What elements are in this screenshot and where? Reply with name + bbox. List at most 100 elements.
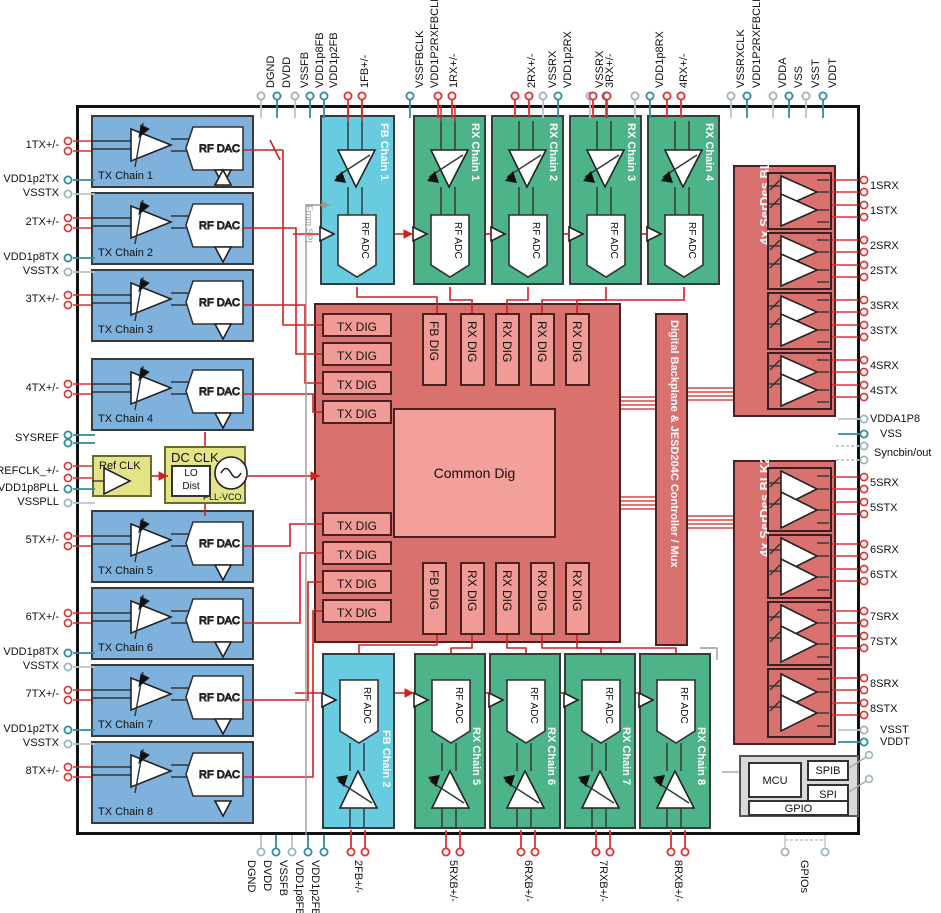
- top-pin-label: 4RX+/-: [678, 53, 690, 88]
- top-pin-label: VSS: [793, 65, 805, 88]
- rx-chain-7[interactable]: RX Chain 7: [564, 653, 636, 829]
- right-pin-label: 2SRX: [870, 240, 899, 252]
- top-pin-label: VDD1p2FB: [328, 32, 340, 88]
- rx-chain-3[interactable]: RX Chain 3: [569, 115, 642, 285]
- rx-chain-6[interactable]: RX Chain 6: [489, 653, 561, 829]
- tx-chain-2[interactable]: TX Chain 2: [91, 192, 254, 265]
- serdes2-lane-1[interactable]: [767, 467, 832, 532]
- serdes2-lane-2[interactable]: [767, 534, 832, 599]
- fb-chain-1[interactable]: FB Chain 1: [320, 115, 395, 285]
- left-pin-label: VDD1p8TX: [3, 251, 59, 263]
- rx-dig-7[interactable]: RX DIG: [530, 562, 555, 635]
- fb-dig-1[interactable]: FB DIG: [422, 313, 447, 386]
- tx-dig-6[interactable]: TX DIG: [322, 541, 392, 565]
- bottom-pin-label: VDD1p2FB: [309, 860, 321, 913]
- serdes2-lane-3[interactable]: [767, 601, 832, 666]
- top-pin-label: 1RX+/-: [448, 53, 460, 88]
- tx-chain-6[interactable]: TX Chain 6: [91, 587, 254, 660]
- tx-chain-1[interactable]: TX Chain 1: [91, 115, 254, 188]
- right-pin-label: 4STX: [870, 385, 898, 397]
- right-pin-label: 3SRX: [870, 300, 899, 312]
- right-pin-label: 8SRX: [870, 678, 899, 690]
- tx-dig-1[interactable]: TX DIG: [322, 313, 392, 337]
- spib-label: SPIB: [815, 765, 841, 777]
- left-pin-label: 6TX+/-: [25, 611, 59, 623]
- right-pin-label: 1SRX: [870, 180, 899, 192]
- tx-chain-5[interactable]: TX Chain 5: [91, 510, 254, 583]
- bottom-pin-label: GPIOs: [798, 860, 810, 894]
- rx-chain-label: RX Chain 4: [703, 123, 715, 182]
- rx-chain-5[interactable]: RX Chain 5: [414, 653, 486, 829]
- top-pin-label: DGND: [265, 55, 277, 88]
- digital-backplane-block[interactable]: Digital Backplane & JESD204C Controller …: [655, 313, 688, 646]
- rx-chain-2[interactable]: RX Chain 2: [491, 115, 564, 285]
- right-pin-label: 8STX: [870, 703, 898, 715]
- bottom-pin-label: DGND: [245, 860, 257, 893]
- fb-chain-2[interactable]: FB Chain 2: [322, 653, 395, 829]
- rx-chain-label: RX Chain 8: [695, 727, 707, 786]
- right-pin-label: 5STX: [870, 502, 898, 514]
- rx-dig-1[interactable]: RX DIG: [460, 313, 485, 386]
- gpio-block[interactable]: GPIO: [748, 800, 849, 816]
- serdes1-lane-1[interactable]: [767, 172, 832, 230]
- rx-chain-label: RX Chain 1: [469, 123, 481, 182]
- tx-dig-8[interactable]: TX DIG: [322, 599, 392, 623]
- right-pin-label: 7STX: [870, 636, 898, 648]
- rx-dig-4[interactable]: RX DIG: [565, 313, 590, 386]
- bottom-pin-label: VSSFB: [277, 860, 289, 897]
- serdes2-lane-4[interactable]: [767, 668, 832, 738]
- rx-dig-2[interactable]: RX DIG: [495, 313, 520, 386]
- rx-dig-8[interactable]: RX DIG: [565, 562, 590, 635]
- fb-dig-label: FB DIG: [427, 570, 441, 611]
- rx-dig-label: RX DIG: [465, 321, 479, 363]
- spib-block[interactable]: SPIB: [807, 760, 849, 781]
- digital-backplane-label: Digital Backplane & JESD204C Controller …: [668, 320, 680, 568]
- serdes1-lane-4[interactable]: [767, 352, 832, 410]
- top-pin-label: 2RX+/-: [526, 53, 538, 88]
- top-pin-label: VSST: [810, 59, 822, 88]
- tx-chain-label: TX Chain 6: [98, 642, 154, 654]
- serdes1-lane-2[interactable]: [767, 232, 832, 290]
- rx-chain-4[interactable]: RX Chain 4: [647, 115, 720, 285]
- rx-dig-5[interactable]: RX DIG: [460, 562, 485, 635]
- top-pin-label: VDD1p8FB: [314, 32, 326, 88]
- fb-dig-label: FB DIG: [427, 321, 441, 362]
- tx-chain-3[interactable]: TX Chain 3: [91, 269, 254, 342]
- tx-dig-5[interactable]: TX DIG: [322, 512, 392, 536]
- tx-chain-label: TX Chain 8: [98, 806, 154, 818]
- rx-chain-1[interactable]: RX Chain 1: [413, 115, 486, 285]
- left-pin-label: VDD1p2TX: [3, 723, 59, 735]
- tx-chain-4[interactable]: TX Chain 4: [91, 358, 254, 431]
- right-pin-label: 6STX: [870, 569, 898, 581]
- fb-dig-2[interactable]: FB DIG: [422, 562, 447, 635]
- tx-dig-7[interactable]: TX DIG: [322, 570, 392, 594]
- rx-dig-6[interactable]: RX DIG: [495, 562, 520, 635]
- rx-dig-label: RX DIG: [465, 570, 479, 612]
- ref-clk-block[interactable]: Ref CLK: [92, 455, 152, 497]
- right-pin-label: 3STX: [870, 325, 898, 337]
- left-pin-label: 8TX+/-: [25, 765, 59, 777]
- rx-dig-label: RX DIG: [535, 570, 549, 612]
- tx-dig-4[interactable]: TX DIG: [322, 400, 392, 424]
- left-pin-label: VDD1p2TX: [3, 173, 59, 185]
- tx-dig-2[interactable]: TX DIG: [322, 342, 392, 366]
- tx-chain-8[interactable]: TX Chain 8: [91, 741, 254, 824]
- mcu-core[interactable]: MCU: [748, 762, 802, 798]
- right-pin-label: Syncbin/out: [874, 447, 932, 459]
- right-pin-label: 1STX: [870, 205, 898, 217]
- left-pin-label: SYSREF: [14, 432, 59, 444]
- rx-dig-3[interactable]: RX DIG: [530, 313, 555, 386]
- lo-dist-block[interactable]: LO Dist: [171, 465, 211, 497]
- rx-chain-8[interactable]: RX Chain 8: [639, 653, 711, 829]
- top-pin-label: VDDA: [777, 57, 789, 88]
- fb-chain-label: FB Chain 1: [378, 123, 390, 181]
- top-pin-label: VDDT: [827, 58, 839, 88]
- bottom-pin-label: 2FB+/-: [352, 860, 364, 894]
- tx-dig-3[interactable]: TX DIG: [322, 371, 392, 395]
- common-dig-block[interactable]: Common Dig: [393, 408, 556, 538]
- left-pin-label: 2TX+/-: [25, 216, 59, 228]
- tx-chain-7[interactable]: TX Chain 7: [91, 664, 254, 737]
- left-pin-label: REFCLK_+/-: [0, 465, 59, 477]
- serdes1-lane-3[interactable]: [767, 292, 832, 350]
- left-pin-label: 3TX+/-: [25, 293, 59, 305]
